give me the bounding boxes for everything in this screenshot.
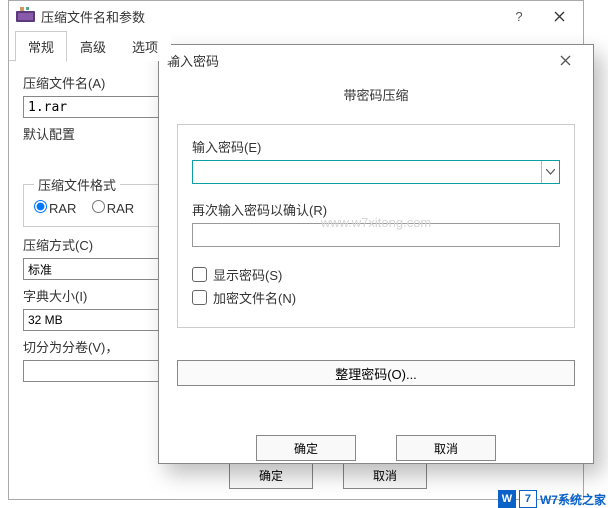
tab-advanced[interactable]: 高级 xyxy=(67,31,119,61)
tab-general[interactable]: 常规 xyxy=(15,31,67,62)
format-rar[interactable]: RAR xyxy=(34,200,76,216)
reenter-password-label: 再次输入密码以确认(R) xyxy=(192,200,560,219)
main-titlebar: 压缩文件名和参数 ? xyxy=(9,1,583,31)
show-password-checkbox[interactable] xyxy=(192,267,207,282)
password-input[interactable] xyxy=(192,160,560,184)
modal-heading: 带密码压缩 xyxy=(177,85,575,104)
encrypt-names-label: 加密文件名(N) xyxy=(213,288,296,307)
format-rar4[interactable]: RAR xyxy=(92,200,134,216)
logo-text: W7系统之家 xyxy=(540,491,606,508)
brand-logo: W 7 W7系统之家 xyxy=(498,490,606,508)
show-password-label: 显示密码(S) xyxy=(213,265,282,284)
logo-w: W xyxy=(498,490,516,508)
help-button[interactable]: ? xyxy=(499,4,539,28)
password-group: www.w7xitong.com 输入密码(E) 再次输入密码以确认(R) 显示… xyxy=(177,124,575,328)
modal-ok-button[interactable]: 确定 xyxy=(256,435,356,461)
confirm-password-input[interactable] xyxy=(192,223,560,247)
app-icon xyxy=(13,4,37,28)
manage-passwords-button[interactable]: 整理密码(O)... xyxy=(177,360,575,386)
password-dialog: 输入密码 带密码压缩 www.w7xitong.com 输入密码(E) 再次输入… xyxy=(158,44,594,464)
logo-7: 7 xyxy=(519,490,537,508)
tab-options[interactable]: 选项 xyxy=(119,31,171,61)
modal-titlebar: 输入密码 xyxy=(159,45,593,75)
main-window-title: 压缩文件名和参数 xyxy=(37,7,499,26)
encrypt-names-checkbox[interactable] xyxy=(192,290,207,305)
modal-cancel-button[interactable]: 取消 xyxy=(396,435,496,461)
modal-title: 输入密码 xyxy=(167,51,545,70)
format-label: 压缩文件格式 xyxy=(34,175,120,194)
chevron-down-icon[interactable] xyxy=(541,161,559,183)
modal-close-button[interactable] xyxy=(545,50,585,70)
enter-password-label: 输入密码(E) xyxy=(192,137,560,156)
modal-footer: 确定 取消 xyxy=(159,429,593,471)
close-button[interactable] xyxy=(539,4,579,28)
